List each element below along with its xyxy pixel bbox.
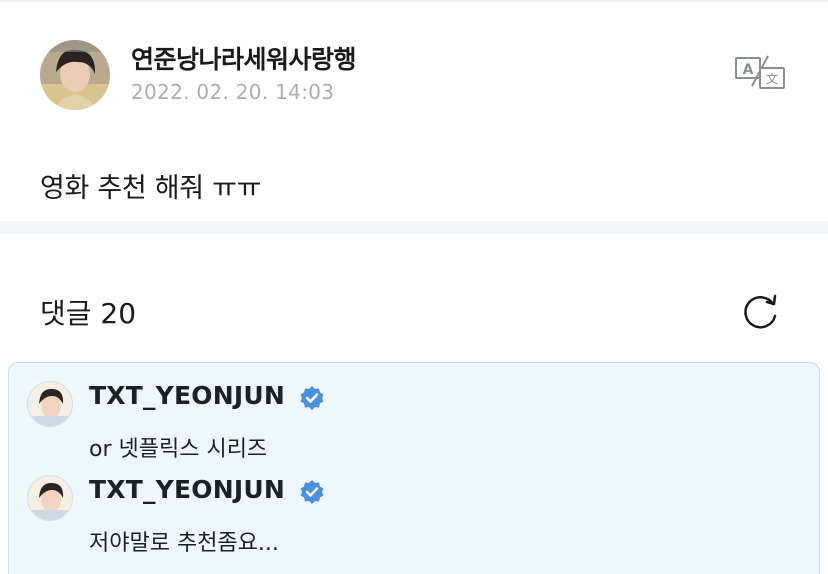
comment-text: 저야말로 추천좀요... — [89, 531, 279, 556]
creator-comments-panel: TXT_YEONJUN or 넷플릭스 시리즈 TXT_YEONJUN 저야말로… — [8, 362, 820, 574]
commenter-name[interactable]: TXT_YEONJUN — [89, 475, 285, 504]
section-divider — [0, 221, 828, 234]
translate-icon: A 文 — [735, 55, 785, 89]
post-header: 연준낭나라세워사랑행 2022. 02. 20. 14:03 A 文 — [0, 0, 828, 150]
verified-badge-icon — [300, 480, 324, 504]
comment-item[interactable]: TXT_YEONJUN 저야말로 추천좀요... — [9, 457, 821, 556]
commenter-name[interactable]: TXT_YEONJUN — [89, 381, 285, 410]
svg-text:文: 文 — [766, 71, 778, 86]
commenter-avatar[interactable] — [27, 381, 73, 427]
author-avatar[interactable] — [40, 40, 110, 110]
post-date: 2022. 02. 20. 14:03 — [131, 80, 335, 104]
post-body: 영화 추천 해줘 ㅠㅠ — [40, 173, 262, 204]
svg-text:A: A — [743, 62, 754, 78]
translate-button[interactable]: A 文 — [732, 52, 788, 92]
refresh-button[interactable] — [738, 290, 782, 334]
author-name[interactable]: 연준낭나라세워사랑행 — [131, 40, 357, 76]
verified-badge-icon — [300, 386, 324, 410]
comment-item[interactable]: TXT_YEONJUN or 넷플릭스 시리즈 — [9, 363, 821, 462]
refresh-icon — [744, 294, 777, 329]
comments-count-header: 댓글 20 — [40, 297, 137, 330]
commenter-avatar[interactable] — [27, 475, 73, 521]
